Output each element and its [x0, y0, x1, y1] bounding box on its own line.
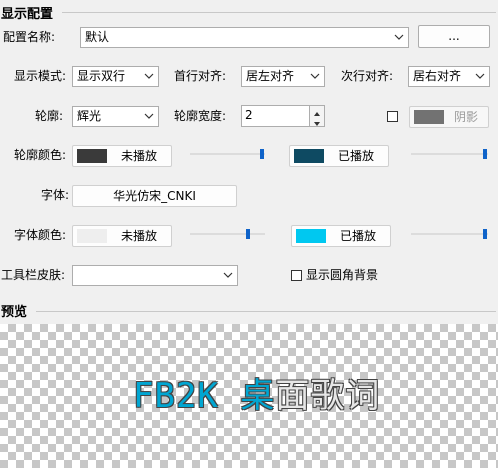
outline-color-unplayed-slider[interactable]: [190, 144, 265, 164]
shadow-color-button[interactable]: 阴影: [409, 106, 489, 128]
spin-down-icon[interactable]: [309, 116, 324, 126]
display-mode-select[interactable]: 显示双行: [72, 66, 159, 87]
font-color-played-label: 已播放: [339, 229, 376, 243]
shadow-color-swatch: [414, 110, 444, 124]
shadow-checkbox[interactable]: [387, 111, 398, 122]
font-color-unplayed-button[interactable]: 未播放: [72, 225, 172, 247]
first-line-align-select[interactable]: 居左对齐: [241, 66, 325, 87]
chevron-down-icon: [475, 73, 485, 79]
outline-width-value: 2: [245, 108, 253, 122]
outline-color-unplayed-swatch: [77, 149, 107, 163]
chevron-down-icon: [144, 113, 154, 119]
slider-thumb[interactable]: [246, 229, 250, 239]
preview-lyric-played: FB2K 桌: [133, 376, 276, 416]
font-label: 字体:: [41, 188, 70, 202]
outline-color-played-button[interactable]: 已播放: [289, 145, 389, 167]
preview-lyric-text: FB2K 桌面歌词: [133, 368, 380, 417]
first-line-align-label: 首行对齐:: [174, 69, 227, 83]
config-name-value: 默认: [85, 30, 110, 44]
shadow-label: 阴影: [453, 110, 478, 124]
display-mode-value: 显示双行: [77, 69, 126, 83]
rounded-bg-checkbox[interactable]: [291, 270, 302, 281]
display-mode-label: 显示模式:: [14, 69, 67, 83]
font-color-played-slider[interactable]: [411, 224, 488, 244]
display-section-title: 显示配置: [1, 7, 54, 22]
font-button[interactable]: 华光仿宋_CNKI: [72, 185, 237, 207]
outline-label: 轮廓:: [35, 109, 64, 123]
font-color-unplayed-label: 未播放: [120, 229, 157, 243]
chevron-down-icon: [310, 73, 320, 79]
font-color-label: 字体颜色:: [14, 228, 67, 242]
outline-color-played-label: 已播放: [337, 149, 374, 163]
slider-thumb[interactable]: [260, 149, 264, 159]
outline-width-spinner[interactable]: 2: [241, 105, 325, 127]
font-color-played-swatch: [296, 229, 326, 243]
toolbar-skin-select[interactable]: [72, 265, 238, 286]
config-name-select[interactable]: 默认: [80, 27, 409, 48]
chevron-down-icon: [144, 73, 154, 79]
chevron-down-icon: [394, 34, 404, 40]
outline-color-played-slider[interactable]: [411, 144, 488, 164]
preview-section-title: 预览: [1, 305, 28, 320]
second-line-align-label: 次行对齐:: [341, 69, 394, 83]
toolbar-skin-label: 工具栏皮肤:: [1, 268, 66, 282]
preview-lyric-unplayed: 面歌词: [275, 376, 381, 416]
config-name-label: 配置名称:: [3, 30, 56, 44]
font-color-unplayed-slider[interactable]: [190, 224, 265, 244]
lyric-preview-canvas: FB2K 桌面歌词: [0, 324, 498, 468]
font-color-unplayed-swatch: [77, 229, 107, 243]
first-line-align-value: 居左对齐: [246, 69, 295, 83]
outline-color-unplayed-button[interactable]: 未播放: [72, 145, 172, 167]
chevron-down-icon: [223, 272, 233, 278]
second-line-align-select[interactable]: 居右对齐: [408, 66, 490, 87]
outline-width-label: 轮廓宽度:: [174, 109, 227, 123]
outline-select[interactable]: 辉光: [72, 106, 159, 127]
font-color-played-button[interactable]: 已播放: [291, 225, 391, 247]
ellipsis-button[interactable]: ...: [418, 25, 490, 48]
preview-section-divider: [36, 311, 496, 312]
rounded-bg-label[interactable]: 显示圆角背景: [306, 265, 378, 285]
outline-color-played-swatch: [294, 149, 324, 163]
second-line-align-value: 居右对齐: [413, 69, 462, 83]
display-section-divider: [62, 12, 496, 13]
slider-thumb[interactable]: [483, 149, 487, 159]
outline-color-label: 轮廓颜色:: [14, 148, 67, 162]
slider-thumb[interactable]: [483, 229, 487, 239]
outline-value: 辉光: [77, 109, 102, 123]
outline-color-unplayed-label: 未播放: [120, 149, 157, 163]
